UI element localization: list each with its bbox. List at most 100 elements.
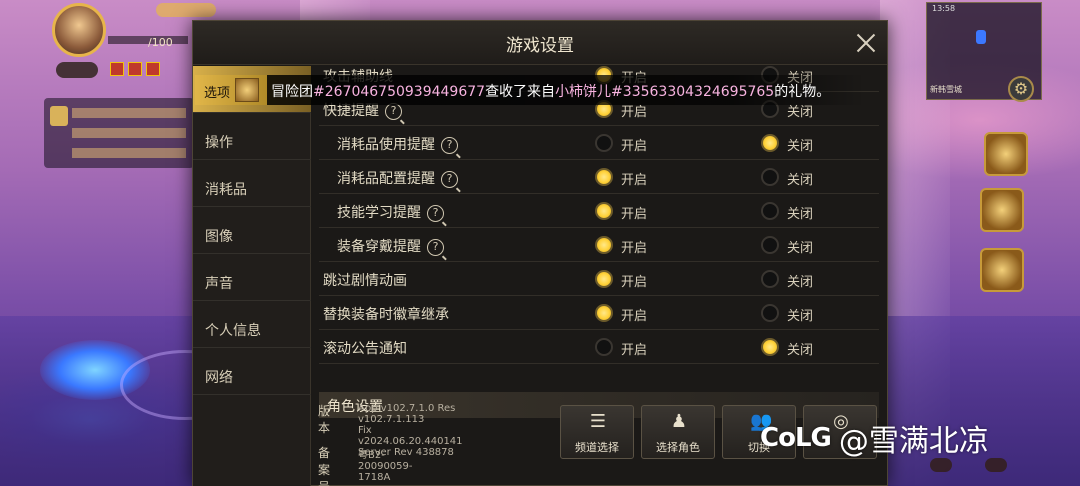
- radio-on-label: 开启: [621, 309, 648, 324]
- radio-on-label: 开启: [621, 207, 648, 222]
- notification-middle: 查收了来自: [485, 84, 556, 100]
- radio-off[interactable]: [761, 338, 779, 356]
- radio-off-label: 关闭: [787, 241, 814, 256]
- dialog-title: 游戏设置: [506, 36, 574, 56]
- help-icon[interactable]: ?: [427, 205, 444, 222]
- radio-off-label: 关闭: [787, 173, 814, 188]
- radio-off[interactable]: [761, 236, 779, 254]
- player-level-badge: [56, 62, 98, 78]
- option-label-text: 消耗品配置提醒: [337, 171, 435, 187]
- currency-pill[interactable]: [156, 3, 216, 17]
- radio-off-label: 关闭: [787, 309, 814, 324]
- crest-icon[interactable]: [980, 188, 1024, 232]
- option-row: 装备穿戴提醒? 开启 关闭: [319, 228, 879, 262]
- radio-on[interactable]: [595, 168, 613, 186]
- option-row: 技能学习提醒? 开启 关闭: [319, 194, 879, 228]
- radio-off[interactable]: [761, 202, 779, 220]
- radio-on-label: 开启: [621, 173, 648, 188]
- option-row: 跳过剧情动画 开启 关闭: [319, 262, 879, 296]
- sword-icon[interactable]: [984, 132, 1028, 176]
- quest-tracker[interactable]: [44, 98, 194, 168]
- radio-on[interactable]: [595, 338, 613, 356]
- radio-on[interactable]: [595, 304, 613, 322]
- option-label-text: 快捷提醒: [323, 103, 379, 119]
- sidebar-item-graphics[interactable]: 图像: [193, 207, 311, 254]
- radio-off-label: 关闭: [787, 343, 814, 358]
- sidebar-item-controls[interactable]: 操作: [193, 113, 311, 160]
- option-label: 技能学习提醒?: [337, 202, 444, 222]
- radio-off-label: 关闭: [787, 139, 814, 154]
- menu-badge[interactable]: [930, 458, 952, 472]
- select-character-button[interactable]: ♟ 选择角色: [641, 405, 715, 459]
- icp-text: 粤B2-20090059-1718A: [358, 450, 413, 483]
- radio-off-label: 关闭: [787, 275, 814, 290]
- gift-notification: 选项 冒险团#267046750939449677查收了来自小柿饼儿#33563…: [195, 75, 865, 105]
- icp-label: 备案号: [318, 446, 331, 486]
- buff-icons: [110, 62, 160, 76]
- help-icon[interactable]: ?: [427, 239, 444, 256]
- close-icon[interactable]: [853, 30, 879, 56]
- radio-off[interactable]: [761, 168, 779, 186]
- buff-icon: [146, 62, 160, 76]
- notification-tag-label: 选项: [204, 86, 231, 101]
- radio-on[interactable]: [595, 134, 613, 152]
- settings-gear-icon[interactable]: ⚙: [1008, 76, 1034, 102]
- settings-sidebar: 选项 操作 消耗品 图像 声音 个人信息 网络: [193, 66, 311, 486]
- select-character-label: 选择角色: [656, 441, 700, 454]
- quest-icon: [50, 106, 68, 126]
- option-label-text: 跳过剧情动画: [323, 273, 407, 289]
- option-row: 消耗品配置提醒? 开启 关闭: [319, 160, 879, 194]
- minimap-time: 13:58: [932, 4, 956, 13]
- channel-select-button[interactable]: ☰ 频道选择: [560, 405, 634, 459]
- radio-on[interactable]: [595, 270, 613, 288]
- sidebar-item-network[interactable]: 网络: [193, 348, 311, 395]
- option-label: 消耗品配置提醒?: [337, 168, 458, 188]
- radio-on-label: 开启: [621, 343, 648, 358]
- option-label-text: 装备穿戴提醒: [337, 239, 421, 255]
- radio-off-label: 关闭: [787, 207, 814, 222]
- quest-line: [72, 108, 186, 118]
- quest-line: [72, 128, 186, 138]
- sidebar-item-profile[interactable]: 个人信息: [193, 301, 311, 348]
- hp-text: /100: [148, 36, 173, 49]
- menu-badge[interactable]: [985, 458, 1007, 472]
- channel-select-label: 频道选择: [575, 441, 619, 454]
- radio-on-label: 开启: [621, 241, 648, 256]
- radio-off[interactable]: [761, 270, 779, 288]
- help-icon[interactable]: ?: [441, 137, 458, 154]
- radio-on-label: 开启: [621, 139, 648, 154]
- help-icon[interactable]: ?: [385, 103, 402, 120]
- option-label-text: 消耗品使用提醒: [337, 137, 435, 153]
- notification-prefix: 冒险团: [271, 84, 313, 100]
- list-icon: ☰: [589, 411, 607, 432]
- radio-off[interactable]: [761, 304, 779, 322]
- player-avatar[interactable]: [52, 3, 106, 57]
- option-label-text: 滚动公告通知: [323, 341, 407, 357]
- option-label-text: 技能学习提醒: [337, 205, 421, 221]
- option-row: 替换装备时徽章继承 开启 关闭: [319, 296, 879, 330]
- watermark-logo: CoLG: [760, 423, 832, 453]
- notification-text: 冒险团#267046750939449677查收了来自小柿饼儿#33563304…: [271, 81, 830, 101]
- character-icon: ♟: [670, 411, 688, 432]
- notification-suffix: 的礼物。: [774, 84, 831, 100]
- quest-line: [72, 148, 186, 158]
- team-id: #267046750939449677: [313, 84, 486, 100]
- player-marker-icon: [976, 30, 986, 44]
- sidebar-item-sound[interactable]: 声音: [193, 254, 311, 301]
- sidebar-item-consumables[interactable]: 消耗品: [193, 160, 311, 207]
- option-row: 滚动公告通知 开启 关闭: [319, 330, 879, 364]
- version-label: 版本: [318, 404, 331, 435]
- buff-icon: [128, 62, 142, 76]
- sender-name: 小柿饼儿#335633043246957​65: [555, 84, 775, 100]
- help-icon[interactable]: ?: [441, 171, 458, 188]
- option-label: 装备穿戴提醒?: [337, 236, 444, 256]
- buff-icon: [110, 62, 124, 76]
- radio-off[interactable]: [761, 134, 779, 152]
- gift-box-icon[interactable]: [980, 248, 1024, 292]
- radio-on[interactable]: [595, 236, 613, 254]
- option-row: 消耗品使用提醒? 开启 关闭: [319, 126, 879, 160]
- radio-on[interactable]: [595, 202, 613, 220]
- watermark: CoLG @雪满北凉: [760, 418, 989, 459]
- option-label: 滚动公告通知: [323, 338, 407, 358]
- option-label-text: 替换装备时徽章继承: [323, 307, 449, 323]
